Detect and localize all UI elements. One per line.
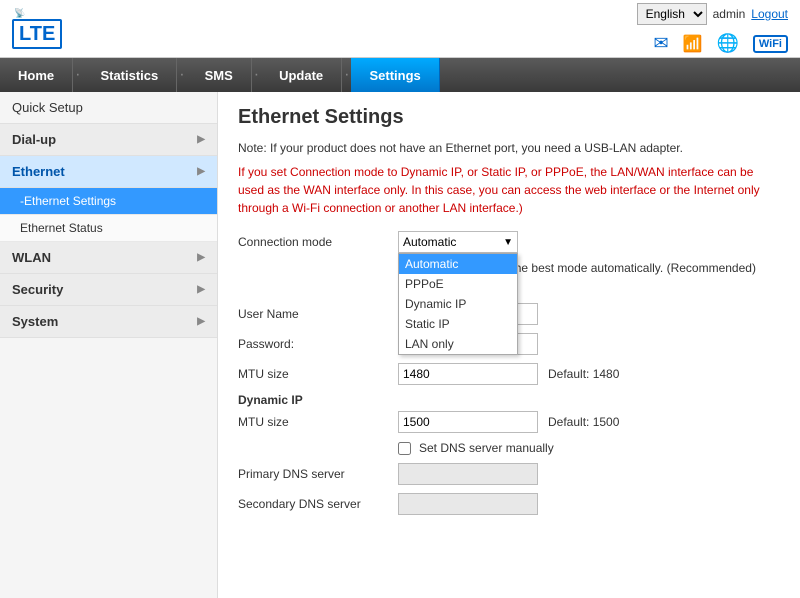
nav-sep-4: ·	[342, 58, 351, 92]
sidebar-item-ethernet-status[interactable]: Ethernet Status	[0, 215, 217, 242]
nav-sms[interactable]: SMS	[187, 58, 252, 92]
nav-sep-2: ·	[177, 58, 186, 92]
sidebar-label-ethernet: Ethernet	[12, 164, 65, 179]
chevron-right-icon-ethernet: ▶	[197, 166, 205, 177]
logo-area: 📡 lte	[12, 8, 62, 49]
username-label: User Name	[238, 307, 398, 321]
page-title: Ethernet Settings	[238, 106, 780, 129]
sidebar-item-security[interactable]: Security ▶	[0, 274, 217, 306]
primary-dns-row: Primary DNS server	[238, 463, 780, 485]
nav-home[interactable]: Home	[0, 58, 73, 92]
mtu-size-label: MTU size	[238, 367, 398, 381]
connection-mode-dropdown[interactable]: Automatic ▼ Automatic PPPoE Dynamic IP S…	[398, 231, 518, 253]
dropdown-menu: Automatic PPPoE Dynamic IP Static IP LAN…	[398, 253, 518, 355]
sidebar: Quick Setup Dial-up ▶ Ethernet ▶ -Ethern…	[0, 92, 218, 598]
dropdown-option-automatic[interactable]: Automatic	[399, 254, 517, 274]
language-select[interactable]: English	[637, 3, 707, 25]
dropdown-selected-value: Automatic	[403, 235, 456, 249]
dns-checkbox[interactable]	[398, 442, 411, 455]
sidebar-label-system: System	[12, 314, 58, 329]
sidebar-item-system[interactable]: System ▶	[0, 306, 217, 338]
primary-dns-input[interactable]	[398, 463, 538, 485]
logo: lte	[12, 19, 62, 49]
nav-settings[interactable]: Settings	[351, 58, 439, 92]
globe-icon[interactable]: 🌐	[716, 33, 738, 54]
mail-icon[interactable]: ✉	[653, 33, 668, 54]
dropdown-option-lan-only[interactable]: LAN only	[399, 334, 517, 354]
chevron-right-icon: ▶	[197, 134, 205, 145]
password-label: Password:	[238, 337, 398, 351]
dns-checkbox-row: Set DNS server manually	[238, 441, 780, 455]
logout-link[interactable]: Logout	[751, 7, 788, 21]
mtu-size-row: MTU size 1480 Default: 1480	[238, 363, 780, 385]
sidebar-label-dial-up: Dial-up	[12, 132, 56, 147]
secondary-dns-row: Secondary DNS server	[238, 493, 780, 515]
sidebar-item-ethernet[interactable]: Ethernet ▶	[0, 156, 217, 188]
sidebar-label-quick-setup: Quick Setup	[12, 100, 83, 115]
sidebar-item-dial-up[interactable]: Dial-up ▶	[0, 124, 217, 156]
dropdown-option-static-ip[interactable]: Static IP	[399, 314, 517, 334]
sidebar-item-ethernet-settings[interactable]: -Ethernet Settings	[0, 188, 217, 215]
sidebar-label-ethernet-settings: -Ethernet Settings	[20, 194, 116, 208]
mtu-size2-label: MTU size	[238, 415, 398, 429]
nav-bar: Home · Statistics · SMS · Update · Setti…	[0, 58, 800, 92]
content-area: Ethernet Settings Note: If your product …	[218, 92, 800, 598]
nav-sep-3: ·	[252, 58, 261, 92]
note-black: Note: If your product does not have an E…	[238, 141, 780, 155]
chevron-right-icon-wlan: ▶	[197, 252, 205, 263]
chevron-down-icon: ▼	[503, 237, 513, 248]
sidebar-label-wlan: WLAN	[12, 250, 51, 265]
signal-icon: 📶	[683, 34, 703, 54]
primary-dns-label: Primary DNS server	[238, 467, 398, 481]
dropdown-button[interactable]: Automatic ▼	[398, 231, 518, 253]
wifi-icon[interactable]: WiFi	[753, 35, 788, 53]
nav-statistics[interactable]: Statistics	[82, 58, 177, 92]
sidebar-item-quick-setup[interactable]: Quick Setup	[0, 92, 217, 124]
chevron-right-icon-security: ▶	[197, 284, 205, 295]
secondary-dns-input[interactable]	[398, 493, 538, 515]
main-layout: Quick Setup Dial-up ▶ Ethernet ▶ -Ethern…	[0, 92, 800, 598]
connection-mode-row: Connection mode Automatic ▼ Automatic PP…	[238, 231, 780, 253]
dynamic-ip-section-label: Dynamic IP	[238, 393, 780, 407]
sidebar-label-ethernet-status: Ethernet Status	[20, 221, 103, 235]
note-red: If you set Connection mode to Dynamic IP…	[238, 163, 780, 217]
chevron-right-icon-system: ▶	[197, 316, 205, 327]
secondary-dns-label: Secondary DNS server	[238, 497, 398, 511]
sidebar-label-security: Security	[12, 282, 63, 297]
dropdown-option-pppoe[interactable]: PPPoE	[399, 274, 517, 294]
mtu-default2-hint: Default: 1500	[548, 415, 619, 429]
top-bar: 📡 lte English admin Logout ✉ 📶 🌐 WiFi	[0, 0, 800, 58]
sidebar-item-wlan[interactable]: WLAN ▶	[0, 242, 217, 274]
nav-update[interactable]: Update	[261, 58, 342, 92]
mtu-size2-row: MTU size 1500 Default: 1500	[238, 411, 780, 433]
nav-sep-1: ·	[73, 58, 82, 92]
connection-mode-label: Connection mode	[238, 235, 398, 249]
mtu-default-hint: Default: 1480	[548, 367, 619, 381]
dns-checkbox-label[interactable]: Set DNS server manually	[419, 441, 554, 455]
dropdown-option-dynamic-ip[interactable]: Dynamic IP	[399, 294, 517, 314]
top-right: English admin Logout ✉ 📶 🌐 WiFi	[637, 3, 788, 54]
mtu-size2-input[interactable]: 1500	[398, 411, 538, 433]
mtu-size-input[interactable]: 1480	[398, 363, 538, 385]
admin-label: admin	[713, 7, 746, 21]
top-icons: ✉ 📶 🌐 WiFi	[653, 33, 788, 54]
